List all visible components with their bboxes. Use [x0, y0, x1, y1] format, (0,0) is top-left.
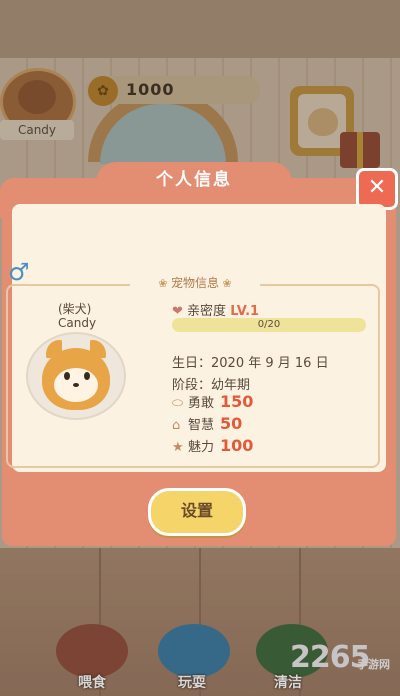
birthday-value: 2020 年 9 月 16 日: [211, 356, 329, 371]
intimacy-label: 亲密度: [187, 304, 227, 319]
pet-breed: (柴犬): [58, 302, 92, 316]
dialog-title: 个人信息: [156, 170, 232, 190]
stage-value: 幼年期: [211, 378, 251, 393]
pet-eye-right: [84, 372, 90, 380]
stage-label: 阶段：: [172, 378, 212, 393]
section-title-text: 宠物信息: [170, 276, 219, 290]
stat-row-wisdom: ⌂ 智慧 50: [172, 414, 242, 433]
star-icon: ★: [172, 440, 184, 455]
pet-nose: [73, 383, 79, 387]
intimacy-progress-text: 0/20: [257, 319, 281, 330]
stat-row-courage: ⬭ 勇敢 150: [172, 392, 253, 411]
stage-row: 阶段：幼年期: [172, 374, 250, 393]
stat-label: 勇敢: [188, 396, 215, 411]
birthday-row: 生日：2020 年 9 月 16 日: [172, 352, 329, 371]
heart-icon: ❤: [172, 304, 183, 319]
pet-name: Candy: [58, 316, 97, 330]
intimacy-level: LV.1: [230, 304, 260, 319]
stat-value: 50: [220, 414, 243, 433]
stat-label: 智慧: [188, 418, 215, 433]
cap-icon: ⌂: [172, 418, 181, 433]
section-title: ❀ 宠物信息 ❀: [130, 274, 260, 292]
intimacy-row: ❤ 亲密度 LV.1: [172, 300, 259, 319]
paw-icon: ❀: [158, 277, 171, 290]
pet-eye-left: [64, 372, 70, 380]
paw-icon: ❀: [219, 277, 232, 290]
male-icon: ♂: [8, 258, 30, 286]
stat-row-charm: ★ 魅力 100: [172, 436, 253, 455]
birthday-label: 生日：: [172, 356, 212, 371]
shield-icon: ⬭: [172, 396, 184, 411]
stat-value: 100: [220, 436, 254, 455]
settings-button[interactable]: 设置: [148, 488, 246, 536]
stat-label: 魅力: [188, 440, 215, 455]
stat-value: 150: [220, 392, 254, 411]
